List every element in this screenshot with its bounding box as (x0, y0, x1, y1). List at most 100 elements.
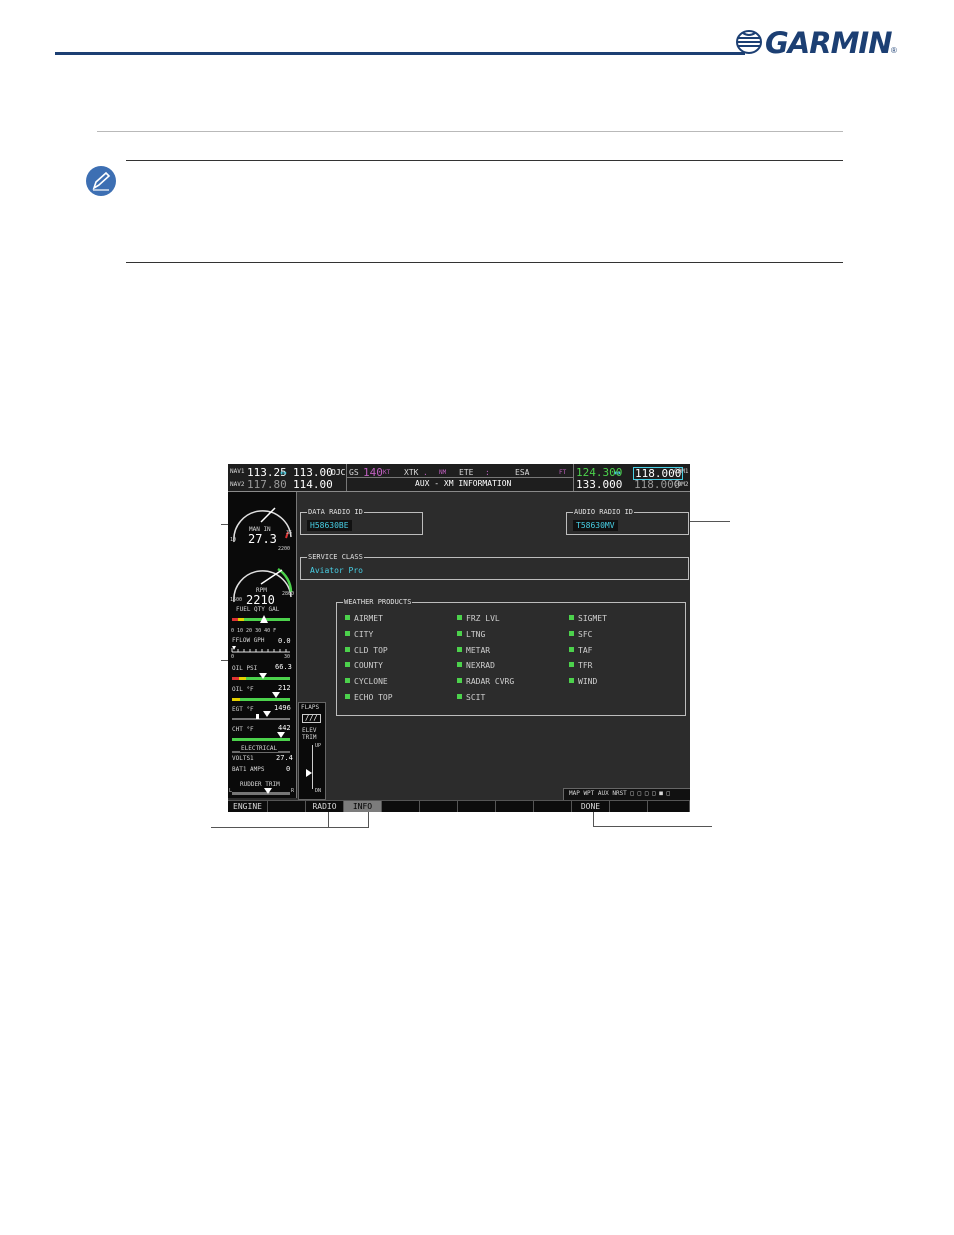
ete-label: ETE (459, 468, 474, 477)
page-group-text: MAP WPT AUX NRST □ □ □ □ ■ □ (569, 790, 671, 797)
rudder-right: R (291, 788, 295, 794)
weather-product-label: AIRMET (354, 614, 383, 623)
status-square-icon (569, 662, 574, 668)
rpm-min: 1500 (230, 597, 243, 603)
com2-active-freq[interactable]: 133.000 (576, 479, 622, 490)
engine-panel: MAN IN 27.3 10 35 2200 RPM 2210 1500 280… (228, 492, 297, 798)
globe-icon (736, 30, 762, 54)
weather-product-label: METAR (466, 645, 491, 655)
weather-products-label: WEATHER PRODUCTS (343, 598, 413, 606)
service-class-box: SERVICE CLASS Aviator Pro (300, 553, 689, 580)
softkey-blank[interactable] (534, 801, 572, 812)
elev-trim-pointer (306, 769, 312, 777)
xtk-label: XTK (404, 468, 419, 477)
brand-name: GARMIN (765, 26, 892, 60)
fflow-value: 0.0 (278, 637, 291, 645)
nav1-ident: OJC (331, 468, 346, 477)
status-square-icon (569, 630, 574, 636)
top-bar: NAV1 113.25 ↔ 113.00 OJC NAV2 117.80 114… (228, 464, 690, 492)
nav1-standby-freq[interactable]: 113.00 (293, 467, 333, 478)
note-bottom-rule (126, 262, 843, 263)
softkey-blank[interactable] (496, 801, 534, 812)
softkey-blank[interactable] (648, 801, 690, 812)
weather-product-item: NEXRAD (457, 662, 495, 670)
oil-psi-value: 66.3 (275, 663, 292, 671)
cht-value: 442 (278, 724, 291, 732)
softkey-info[interactable]: INFO (344, 801, 382, 812)
status-square-icon (457, 630, 462, 636)
weather-product-item: WIND (569, 678, 597, 686)
nav2-standby-freq[interactable]: 114.00 (293, 479, 333, 490)
pencil-note-icon (86, 166, 116, 196)
status-square-icon (457, 615, 462, 620)
weather-product-item: FRZ LVL (457, 615, 500, 623)
status-square-icon (345, 615, 350, 620)
weather-product-label: SCIT (466, 693, 486, 702)
data-radio-id-value: H58630BE (307, 520, 352, 531)
status-square-icon (569, 646, 574, 652)
weather-product-label: NEXRAD (466, 661, 495, 671)
amps-value: 0 (286, 765, 291, 773)
com1-swap-icon: ↔ (614, 466, 621, 479)
weather-product-item: RADAR CVRG (457, 678, 514, 686)
nav2-label: NAV2 (230, 481, 245, 488)
garmin-logo: GARMIN ® (735, 26, 900, 60)
softkey-radio[interactable]: RADIO (306, 801, 344, 812)
status-square-icon (345, 662, 350, 668)
softkey-engine[interactable]: ENGINE (228, 801, 268, 812)
electrical-label: ELECTRICAL (240, 745, 279, 752)
fuel-qty-label: FUEL QTY GAL (236, 606, 280, 613)
rudder-left: L (229, 788, 233, 794)
rpm-top: 2200 (278, 546, 291, 552)
egt-value: 1496 (274, 704, 291, 712)
weather-product-item: SFC (569, 629, 593, 639)
status-square-icon (345, 678, 350, 684)
weather-product-item: ECHO TOP (345, 694, 393, 702)
weather-product-label: FRZ LVL (466, 614, 500, 623)
weather-product-item: TFR (569, 662, 592, 670)
status-square-icon (457, 694, 462, 699)
weather-product-label: SFC (578, 629, 593, 639)
com1-label: COM1 (674, 468, 689, 475)
softkey-bar: ENGINE RADIO INFO DONE (228, 800, 690, 812)
audio-radio-id-label: AUDIO RADIO ID (573, 508, 635, 516)
fflow-min: 0 (231, 654, 235, 660)
service-class-label: SERVICE CLASS (307, 553, 364, 561)
service-class-value: Aviator Pro (310, 566, 363, 575)
softkey-blank[interactable] (382, 801, 420, 812)
man-min: 10 (230, 537, 237, 543)
status-square-icon (457, 662, 462, 668)
softkey-done[interactable]: DONE (572, 801, 610, 812)
nav2-active-freq[interactable]: 117.80 (247, 479, 287, 490)
softkey-blank[interactable] (458, 801, 496, 812)
fflow-max: 30 (284, 654, 291, 660)
weather-products-box: WEATHER PRODUCTS AIRMET CITY CLD TOP COUNTY… (336, 598, 686, 716)
man-in-value: 27.3 (248, 532, 277, 546)
nav1-label: NAV1 (230, 468, 245, 475)
weather-product-item: COUNTY (345, 662, 383, 670)
status-square-icon (569, 615, 574, 620)
weather-product-label: LTNG (466, 629, 486, 639)
weather-product-label: WIND (578, 677, 598, 687)
mfd-screen: NAV1 113.25 ↔ 113.00 OJC NAV2 117.80 114… (228, 464, 690, 812)
weather-product-label: RADAR CVRG (466, 677, 515, 687)
note-top-rule (126, 160, 843, 161)
flaps-trim-panel: FLAPS /// ELEV TRIM UP DN (298, 702, 326, 800)
fflow-label: FFLOW GPH (232, 637, 265, 644)
weather-product-item: LTNG (457, 629, 486, 639)
softkey-blank[interactable] (610, 801, 648, 812)
xtk-unit: NM (439, 469, 447, 476)
weather-product-label: TFR (578, 661, 593, 671)
rudder-trim-label: RUDDER TRIM (240, 781, 280, 788)
amps-label: BAT1 AMPS (232, 766, 265, 773)
weather-product-label: CYCLONE (354, 677, 388, 687)
softkey-blank[interactable] (420, 801, 458, 812)
softkey-blank[interactable] (268, 801, 306, 812)
gs-label: GS (349, 468, 359, 477)
weather-product-label: ECHO TOP (354, 693, 393, 702)
page-group-indicator: MAP WPT AUX NRST □ □ □ □ ■ □ (563, 788, 690, 800)
elev-up-label: UP (315, 743, 322, 749)
oil-temp-label: OIL °F (232, 686, 254, 693)
weather-product-label: CLD TOP (354, 645, 388, 655)
gs-unit: KT (383, 469, 391, 476)
